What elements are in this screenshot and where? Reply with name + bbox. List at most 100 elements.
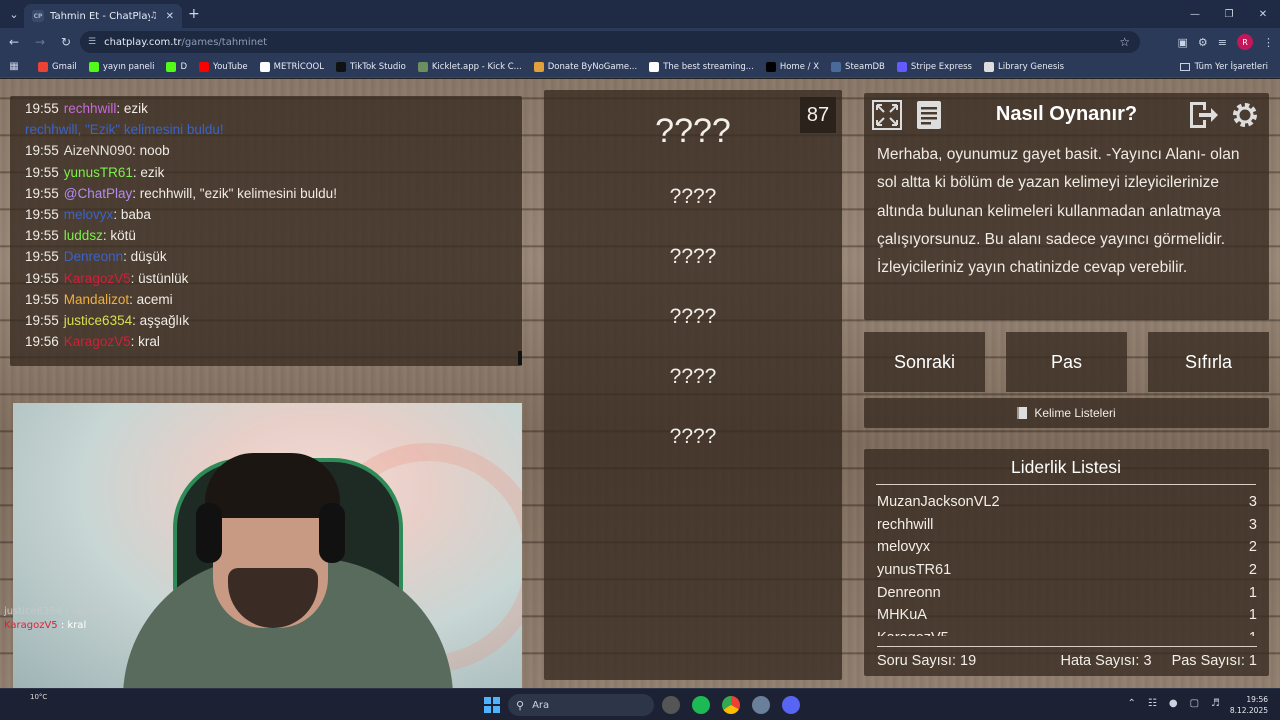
chat-message: 19:55 rechhwill: ezik	[25, 98, 522, 119]
bookmark-item[interactable]: The best streaming...	[649, 61, 754, 72]
bookmark-favicon-icon	[896, 61, 907, 72]
error-count: Hata Sayısı: 3	[1060, 653, 1152, 669]
browser-toolbar: ← → ↻ ☰ chatplay.com.tr/games/tahminet ☆…	[0, 28, 1280, 56]
forward-icon[interactable]: →	[28, 35, 52, 49]
browser-menu-icon[interactable]: ⋮	[1263, 36, 1274, 49]
obs-icon[interactable]	[662, 696, 680, 714]
word-lists-button[interactable]: Kelime Listeleri	[864, 398, 1269, 428]
leaderboard-panel: Liderlik Listesi MuzanJacksonVL2 3 rechhwi…	[864, 449, 1269, 676]
chat-message: 19:55 Mandalizot: acemi	[25, 289, 522, 310]
bookmark-item[interactable]: TikTok Studio	[335, 61, 406, 72]
bookmark-label: YouTube	[213, 61, 248, 72]
chat-text: : ezik	[116, 101, 148, 116]
chat-scrollbar[interactable]	[518, 351, 522, 365]
tab-audio-icon[interactable]: ♫	[150, 11, 158, 21]
window-close-icon[interactable]: ✕	[1246, 0, 1280, 28]
bookmark-item[interactable]: Home / X	[765, 61, 819, 72]
leaderboard-list[interactable]: MuzanJacksonVL2 3 rechhwill 3 melovyx 2 yunusT…	[877, 491, 1257, 636]
settings-gear-icon[interactable]	[1228, 98, 1262, 132]
bookmark-favicon-icon	[765, 61, 776, 72]
browser-tab[interactable]: CP Tahmin Et - ChatPlay ♫ ✕	[24, 4, 182, 28]
tab-close-icon[interactable]: ✕	[166, 11, 174, 22]
chat-username: AizeNN090	[63, 143, 133, 159]
chat-time: 19:55	[25, 206, 59, 222]
microphone-icon[interactable]: ●	[1169, 698, 1178, 709]
site-info-icon[interactable]: ☰	[88, 37, 96, 47]
start-menu-icon[interactable]	[484, 697, 500, 713]
app-icon[interactable]	[752, 696, 770, 714]
restore-icon[interactable]: ❐	[1212, 0, 1246, 28]
bookmark-favicon-icon	[649, 61, 660, 72]
reading-list-icon[interactable]: ≡	[1218, 36, 1227, 49]
word-panel: 87 ????????????????????????	[544, 90, 842, 680]
fullscreen-icon[interactable]	[870, 98, 904, 132]
chrome-icon[interactable]	[722, 696, 740, 714]
bookmark-item[interactable]: yayın paneli	[88, 61, 154, 72]
spotify-icon[interactable]	[692, 696, 710, 714]
back-icon[interactable]: ←	[2, 35, 26, 49]
pass-button[interactable]: Pas	[1006, 332, 1127, 392]
bookmark-item[interactable]: Donate ByNoGame...	[533, 61, 637, 72]
chat-time: 19:55	[25, 143, 59, 159]
bookmark-item[interactable]: Gmail	[38, 61, 77, 72]
weather-widget[interactable]: 10°C	[30, 693, 47, 701]
bookmark-item[interactable]: SteamDB	[831, 61, 885, 72]
player-name: Denreonn	[877, 584, 941, 601]
toolbar-actions: ▣ ⚙ ≡ R ⋮	[1178, 34, 1274, 50]
bookmark-favicon-icon	[166, 61, 177, 72]
how-to-play-header: Nasıl Oynanır?	[864, 93, 1269, 137]
reload-icon[interactable]: ↻	[54, 35, 78, 49]
volume-icon[interactable]: ♬	[1211, 698, 1220, 709]
chat-time: 19:55	[25, 312, 59, 328]
chat-username: melovyx	[63, 206, 114, 222]
translate-icon[interactable]: ▣	[1178, 36, 1188, 49]
chat-message: 19:55 Denreonn: düşük	[25, 246, 522, 267]
bookmark-item[interactable]: Library Genesis	[983, 61, 1064, 72]
chat-time: 19:55	[25, 249, 59, 265]
chat-text: : ezik	[132, 164, 165, 180]
notebook-icon	[1017, 407, 1028, 419]
chat-text: : aşşağlık	[132, 312, 190, 328]
player-score: 1	[1249, 627, 1257, 636]
bookmark-favicon-icon	[533, 61, 544, 72]
taskbar-search[interactable]: ⚲ Ara	[508, 694, 654, 716]
address-bar[interactable]: ☰ chatplay.com.tr/games/tahminet ☆	[80, 31, 1140, 53]
how-to-play-panel: Nasıl Oynanır? Merhaba, oyunumuz gayet b…	[864, 93, 1269, 320]
chat-text: : rechhwill, "ezik" kelimesini buldu!	[132, 185, 337, 201]
minimize-icon[interactable]: —	[1178, 0, 1212, 28]
all-bookmarks[interactable]: Tüm Yer İşaretleri	[1179, 62, 1268, 72]
chat-username: rechhwill, "Ezik" kelimesini buldu!	[25, 122, 224, 138]
bookmark-label: Stripe Express	[910, 61, 972, 72]
extensions-icon[interactable]: ⚙	[1198, 36, 1208, 49]
how-to-play-text: Merhaba, oyunumuz gayet basit. -Yayıncı …	[877, 146, 1240, 277]
discord-icon[interactable]	[782, 696, 800, 714]
bookmark-favicon-icon	[88, 61, 99, 72]
notes-icon[interactable]	[912, 98, 946, 132]
bookmark-item[interactable]: Kicklet.app - Kick C...	[417, 61, 522, 72]
bookmark-item[interactable]: YouTube	[199, 61, 248, 72]
target-word: ????	[655, 112, 731, 150]
bookmark-item[interactable]: D	[166, 61, 187, 72]
apps-grid-icon[interactable]: ▦	[2, 61, 26, 72]
new-tab-icon[interactable]: +	[188, 6, 200, 22]
chevron-up-icon[interactable]: ⌃	[1127, 698, 1135, 709]
display-icon[interactable]: ▢	[1190, 698, 1199, 709]
bookmark-item[interactable]: Stripe Express	[896, 61, 972, 72]
windows-taskbar: 10°C ⚲ Ara ⌃ ☷ ● ▢ ♬ 19:56 8.12.2025	[0, 688, 1280, 720]
profile-avatar[interactable]: R	[1237, 34, 1253, 50]
bookmark-item[interactable]: METRİCOOL	[259, 61, 324, 72]
bookmark-star-icon[interactable]: ☆	[1119, 35, 1130, 49]
next-button[interactable]: Sonraki	[864, 332, 985, 392]
system-clock[interactable]: 19:56 8.12.2025	[1230, 694, 1268, 716]
bookmark-favicon-icon	[199, 61, 210, 72]
network-icon[interactable]: ☷	[1148, 698, 1157, 709]
exit-icon[interactable]	[1186, 98, 1220, 132]
window-controls: — ❐ ✕	[1178, 0, 1280, 28]
headset-icon	[319, 503, 345, 563]
game-stats: Soru Sayısı: 19 Hata Sayısı: 3 Pas Sayıs…	[877, 646, 1257, 669]
reset-button[interactable]: Sıfırla	[1148, 332, 1269, 392]
bookmark-favicon-icon	[38, 61, 48, 72]
chat-username: justice6354	[63, 312, 133, 328]
overlay-line: justice6354 : aşşağlık	[4, 606, 113, 617]
player-name: rechhwill	[877, 516, 934, 533]
